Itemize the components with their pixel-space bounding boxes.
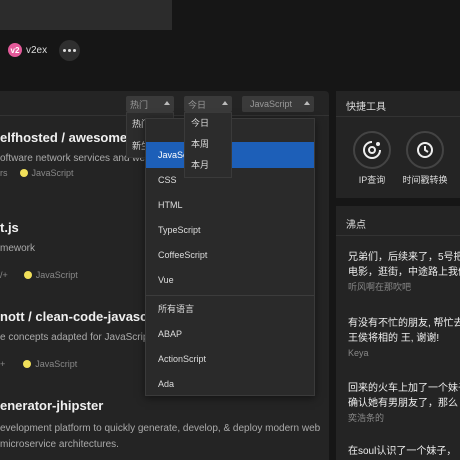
quick-tools-panel: 快捷工具 IP查询 时间戳转换 — [336, 91, 460, 198]
hot-item-author: 奕浩条的 — [348, 413, 385, 423]
quick-tools-title: 快捷工具 — [346, 102, 386, 113]
hot-item-text: 在soul认识了一个妹子， — [348, 446, 457, 457]
period-select[interactable]: 热门 — [126, 96, 174, 112]
repo-language: JavaScript — [35, 359, 78, 369]
range-select[interactable]: 今日 — [184, 96, 232, 112]
hot-topics-panel: 沸点 兄弟们，后续来了，5号把 电影，逛街，中途路上我们 听风啊在那吹吧 有没有… — [336, 206, 460, 460]
divider — [336, 235, 460, 236]
repo-description: e concepts adapted for JavaScript — [0, 332, 152, 343]
repo-description-tail: rs — [0, 168, 8, 178]
caret-up-icon — [304, 101, 310, 105]
range-option[interactable]: 本月 — [185, 155, 231, 176]
more-dot-icon — [63, 49, 66, 52]
v2ex-chip-label: v2ex — [26, 44, 48, 56]
repo-meta: rs JavaScript — [0, 168, 151, 178]
hot-item[interactable]: 兄弟们，后续来了，5号把 电影，逛街，中途路上我们 听风啊在那吹吧 — [348, 250, 460, 295]
ip-query-icon — [353, 131, 391, 169]
repo-description-line2: microservice architectures. — [0, 439, 119, 450]
repo-title[interactable]: t.js — [0, 220, 78, 235]
hot-item[interactable]: 在soul认识了一个妹子， — [348, 444, 460, 459]
divider — [336, 116, 460, 117]
language-dot-icon — [19, 169, 28, 177]
caret-up-icon — [222, 101, 228, 105]
repo-item[interactable]: enerator-jhipster evelopment platform to… — [0, 398, 320, 450]
hot-item[interactable]: 有没有不忙的朋友, 帮忙去 王侯将相的 王, 谢谢! Keya — [348, 316, 460, 361]
repo-stars: /+ — [0, 270, 8, 280]
language-option[interactable]: TypeScript — [146, 217, 314, 243]
language-option[interactable]: ActionScript — [146, 346, 314, 372]
language-option[interactable]: Vue — [146, 267, 314, 293]
tool-ip-query[interactable]: IP查询 — [347, 131, 397, 186]
tool-timestamp[interactable]: 时间戳转换 — [400, 131, 450, 186]
search-box[interactable] — [0, 0, 172, 30]
repo-language: JavaScript — [31, 168, 74, 178]
language-option[interactable]: ABAP — [146, 321, 314, 347]
v2ex-chip[interactable]: v2 v2ex — [8, 40, 47, 60]
repo-description: evelopment platform to quickly generate,… — [0, 423, 321, 434]
language-option[interactable]: Ada — [146, 371, 314, 397]
repo-item[interactable]: t.js mework /+ JavaScript — [0, 220, 78, 280]
language-select-value: JavaScript — [250, 99, 293, 109]
range-dropdown: 今日 本周 本月 — [184, 112, 232, 178]
repo-meta: + JavaScript — [0, 359, 164, 369]
more-dot-icon — [68, 49, 71, 52]
repo-meta: /+ JavaScript — [0, 270, 78, 280]
repo-stars: + — [0, 359, 6, 369]
repo-title[interactable]: enerator-jhipster — [0, 398, 320, 413]
hot-item-text: 兄弟们，后续来了，5号把 — [348, 252, 460, 263]
repo-item[interactable]: nott / clean-code-javascrip e concepts a… — [0, 309, 164, 369]
hot-topics-title: 沸点 — [346, 220, 366, 231]
language-select[interactable]: JavaScript — [242, 96, 314, 112]
hot-item[interactable]: 回来的火车上加了一个妹子 确认她有男朋友了，那么 奕浩条的 — [348, 381, 460, 426]
timestamp-clock-icon — [406, 131, 444, 169]
more-dot-icon — [73, 49, 76, 52]
tool-label: 时间戳转换 — [402, 175, 448, 185]
hot-item-text: 回来的火车上加了一个妹子 — [348, 383, 460, 394]
language-dot-icon — [23, 360, 32, 368]
v2ex-icon: v2 — [8, 43, 22, 57]
range-select-value: 今日 — [188, 99, 207, 110]
range-option[interactable]: 本周 — [185, 134, 231, 155]
tool-label: IP查询 — [358, 175, 386, 185]
hot-item-text: 确认她有男朋友了，那么 — [348, 398, 458, 409]
repo-language: JavaScript — [35, 270, 78, 280]
page: v2 v2ex 热门 今日 JavaScript elfhosted / awe… — [0, 0, 460, 460]
language-dot-icon — [23, 271, 32, 279]
caret-up-icon — [164, 101, 170, 105]
more-button[interactable] — [59, 40, 80, 61]
language-option[interactable]: CoffeeScript — [146, 242, 314, 268]
language-option[interactable]: HTML — [146, 192, 314, 218]
repo-title[interactable]: nott / clean-code-javascrip — [0, 309, 164, 324]
hot-item-author: Keya — [348, 348, 369, 358]
repo-description: mework — [0, 243, 36, 254]
hot-item-text: 有没有不忙的朋友, 帮忙去 — [348, 318, 460, 329]
hot-item-text: 电影，逛街，中途路上我们 — [348, 267, 460, 278]
period-select-value: 热门 — [130, 99, 149, 110]
hot-item-text: 王侯将相的 王, 谢谢! — [348, 333, 440, 344]
range-option[interactable]: 今日 — [185, 113, 231, 134]
language-option[interactable]: 所有语言 — [146, 296, 314, 322]
hot-item-author: 听风啊在那吹吧 — [348, 282, 412, 292]
